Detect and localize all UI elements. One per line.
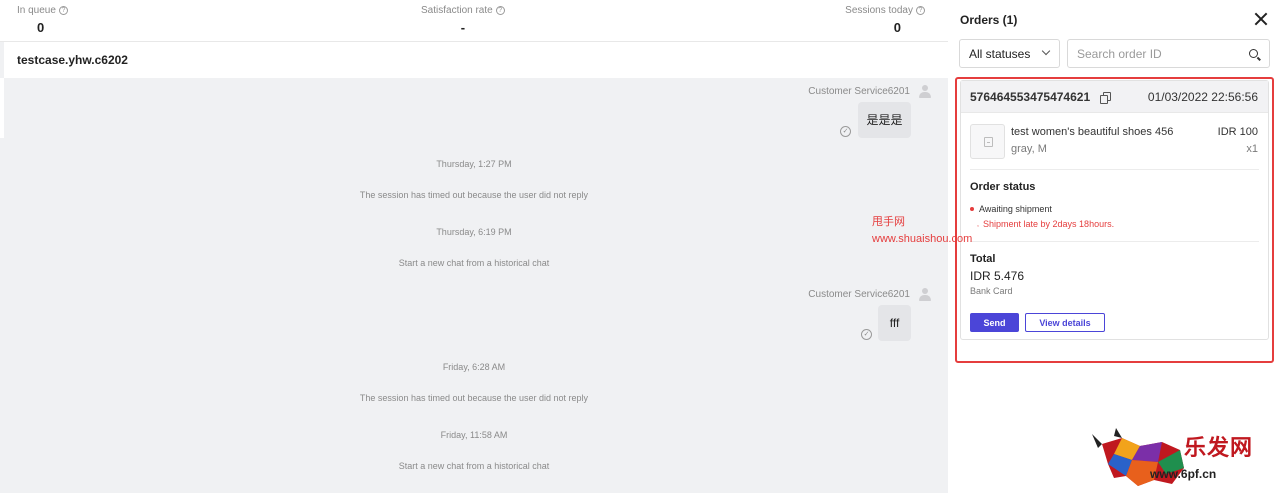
stat-label: In queue xyxy=(17,5,56,16)
search-input[interactable] xyxy=(1068,40,1238,67)
shipment-late-note: Shipment late by 2days 18hours. xyxy=(983,219,1115,229)
watermark-logo-text: 乐发网 xyxy=(1184,435,1254,461)
stat-value: 0 xyxy=(37,20,45,35)
divider xyxy=(0,78,4,138)
system-message: The session has timed out because the us… xyxy=(359,190,589,200)
total-heading: Total xyxy=(970,253,996,265)
warning-mark-icon: , xyxy=(977,221,979,228)
search-icon[interactable] xyxy=(1249,49,1258,58)
chat-area: In queue? 0 Satisfaction rate? - Session… xyxy=(0,0,948,493)
orders-panel: Orders (1) All statuses 5764645534754746… xyxy=(948,0,1280,493)
watermark-logo-url: www.6pf.cn xyxy=(1150,467,1217,481)
close-icon[interactable] xyxy=(1254,12,1268,26)
stat-label: Satisfaction rate xyxy=(421,5,493,16)
view-details-button[interactable]: View details xyxy=(1025,313,1105,332)
watermark-text: 甩手网 www.shuaishou.com xyxy=(872,214,972,248)
system-timestamp: Thursday, 1:27 PM xyxy=(436,159,512,169)
system-message: The session has timed out because the us… xyxy=(359,393,589,403)
message-sender: Customer Service6201 xyxy=(808,86,910,97)
order-id: 576464553475474621 xyxy=(970,90,1091,104)
panel-title: Orders (1) xyxy=(960,13,1018,27)
product-thumbnail xyxy=(970,124,1005,159)
status-filter-select[interactable]: All statuses xyxy=(959,39,1060,68)
system-timestamp: Friday, 11:58 AM xyxy=(440,430,508,440)
product-variant: gray, M xyxy=(1011,143,1047,155)
product-quantity: x1 xyxy=(1246,143,1258,155)
help-icon[interactable]: ? xyxy=(916,6,925,15)
status-filter-value: All statuses xyxy=(969,47,1031,61)
avatar-icon xyxy=(918,85,932,99)
session-title: testcase.yhw.c6202 xyxy=(17,53,128,67)
order-status: Awaiting shipment xyxy=(979,204,1052,214)
help-icon[interactable]: ? xyxy=(495,6,505,15)
stat-value: - xyxy=(460,20,466,35)
stat-satisfaction-rate: Satisfaction rate? - xyxy=(421,5,505,35)
product-price: IDR 100 xyxy=(1217,126,1258,138)
stat-label: Sessions today xyxy=(845,5,913,16)
watermark-site-url: www.shuaishou.com xyxy=(872,233,973,245)
read-check-icon: ✓ xyxy=(840,126,851,137)
copy-icon[interactable] xyxy=(1100,92,1111,104)
message-bubble[interactable]: 是是是 xyxy=(858,102,911,138)
system-timestamp: Thursday, 6:19 PM xyxy=(436,227,512,237)
stat-value: 0 xyxy=(893,20,901,35)
send-button[interactable]: Send xyxy=(970,313,1019,332)
order-search xyxy=(1067,39,1270,68)
order-card: 576464553475474621 01/03/2022 22:56:56 t… xyxy=(960,80,1269,340)
system-message: Start a new chat from a historical chat xyxy=(398,258,550,268)
read-check-icon: ✓ xyxy=(861,329,872,340)
stat-in-queue: In queue? 0 xyxy=(17,5,68,35)
total-amount: IDR 5.476 xyxy=(970,269,1025,283)
message-bubble[interactable]: fff xyxy=(878,305,911,341)
session-header: testcase.yhw.c6202 xyxy=(4,42,948,78)
image-placeholder-icon xyxy=(984,137,993,147)
status-dot-icon xyxy=(970,207,974,211)
help-icon[interactable]: ? xyxy=(58,6,68,15)
system-timestamp: Friday, 6:28 AM xyxy=(442,362,506,372)
system-message: Start a new chat from a historical chat xyxy=(398,461,550,471)
stat-sessions-today: Sessions today? 0 xyxy=(845,5,925,35)
order-date: 01/03/2022 22:56:56 xyxy=(1147,90,1258,104)
order-status-heading: Order status xyxy=(970,181,1036,193)
product-name: test women's beautiful shoes 456 xyxy=(1011,126,1174,138)
stats-bar: In queue? 0 Satisfaction rate? - Session… xyxy=(0,0,948,42)
chevron-down-icon xyxy=(1041,46,1051,56)
avatar-icon xyxy=(918,288,932,302)
watermark-site-name: 甩手网 xyxy=(872,216,905,228)
message-sender: Customer Service6201 xyxy=(808,289,910,300)
divider xyxy=(970,241,1259,242)
divider xyxy=(970,169,1259,170)
payment-method: Bank Card xyxy=(970,286,1013,296)
order-header: 576464553475474621 01/03/2022 22:56:56 xyxy=(961,81,1268,113)
